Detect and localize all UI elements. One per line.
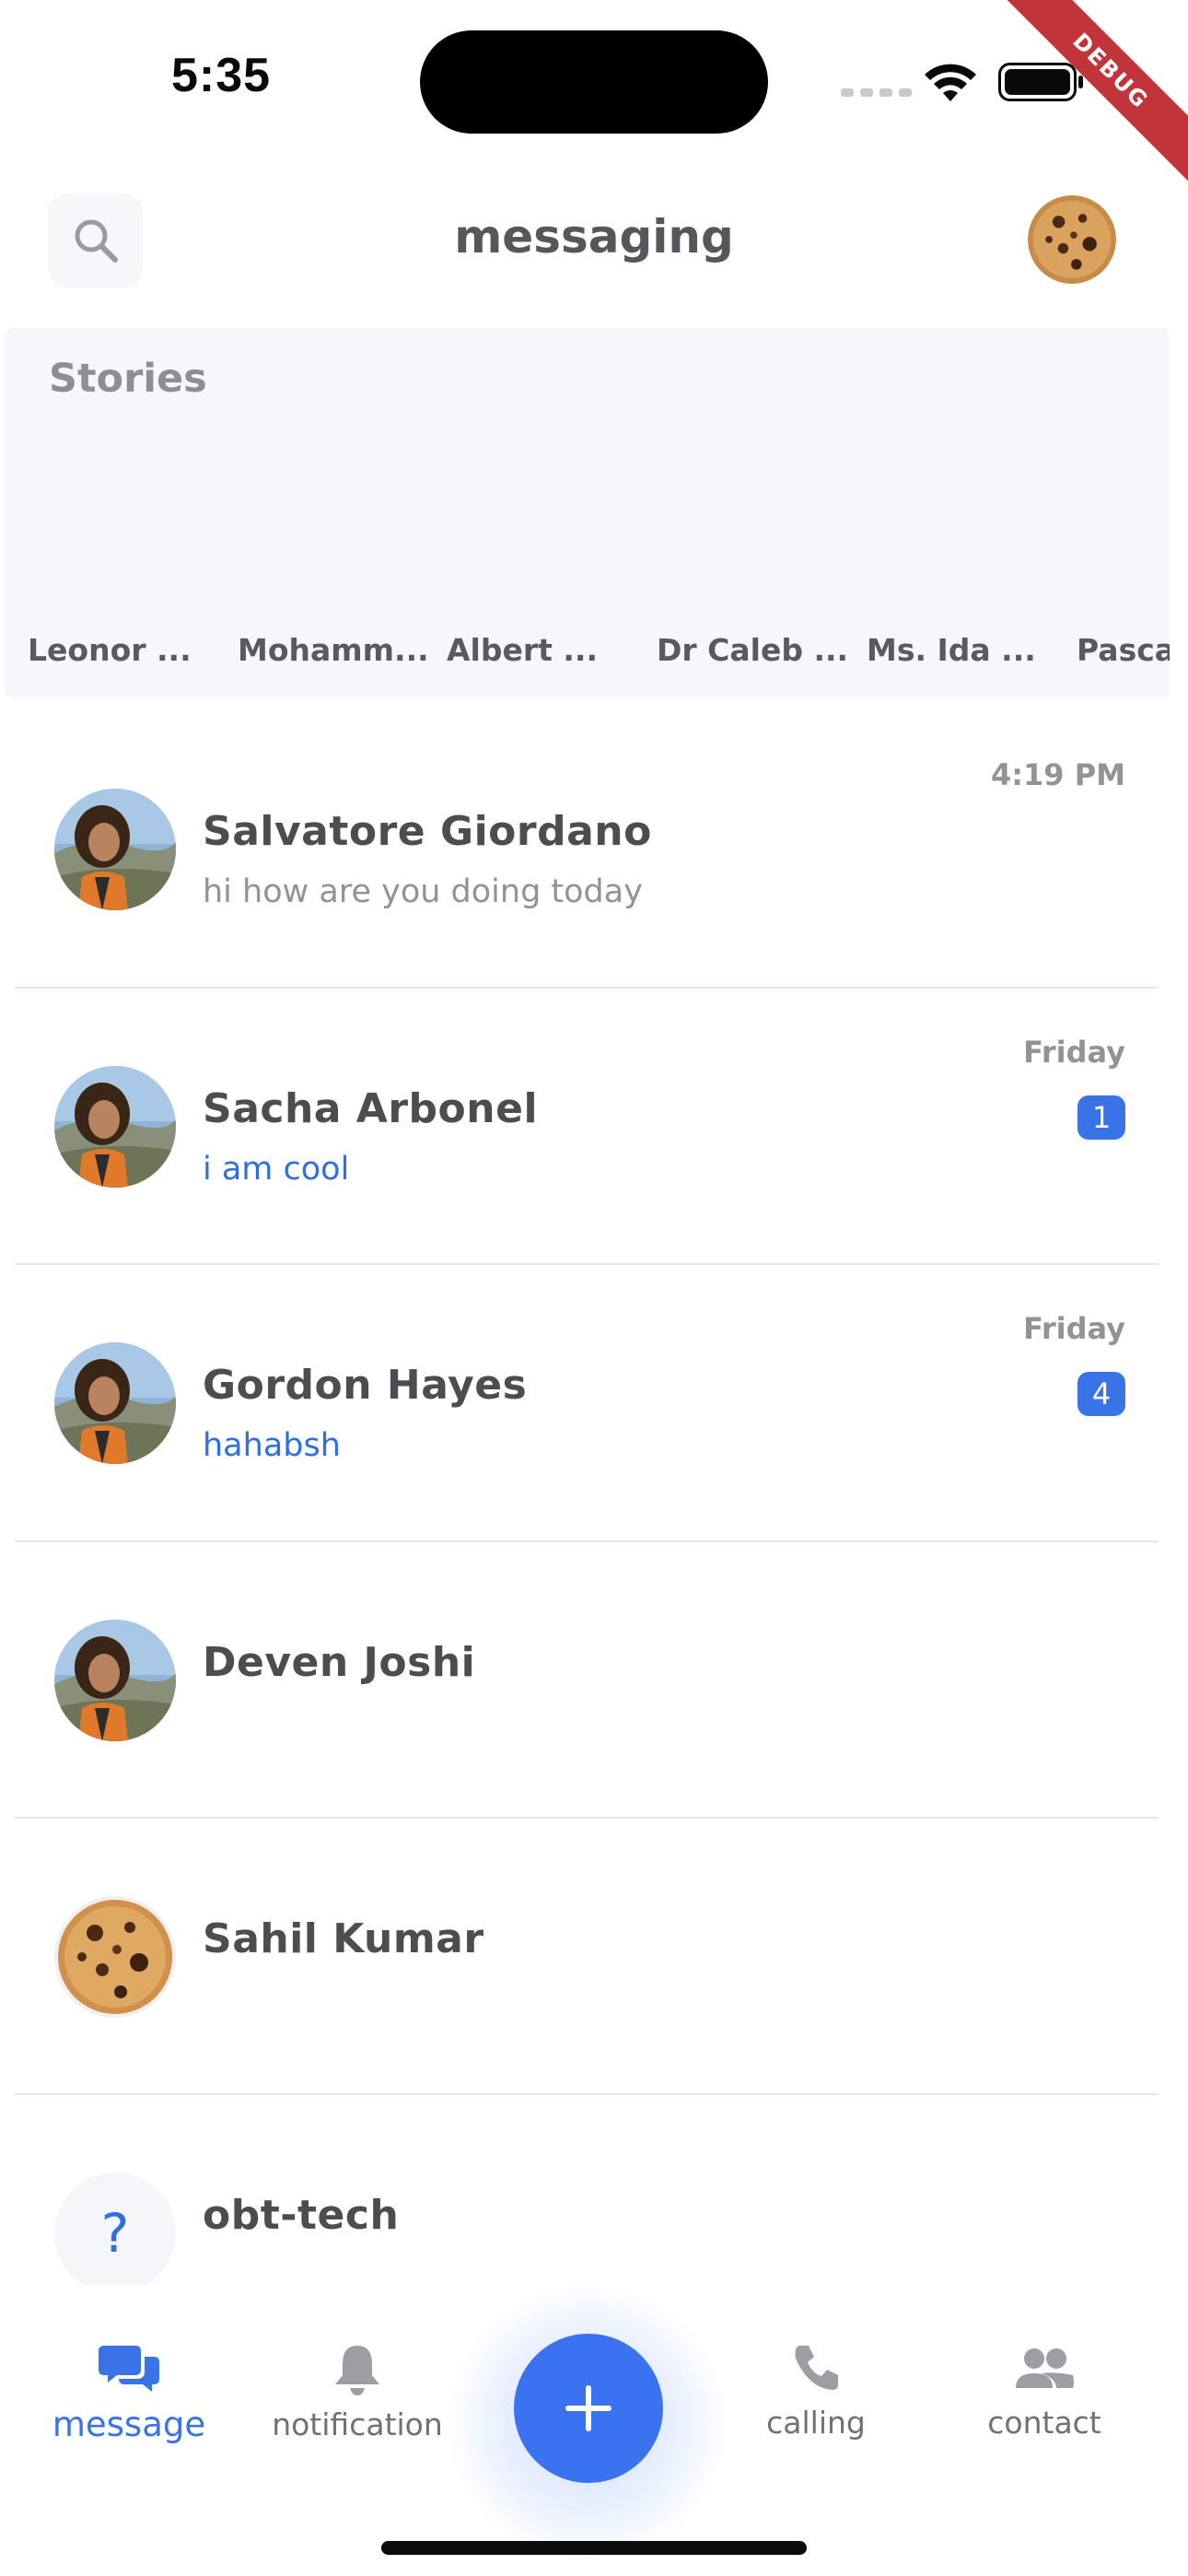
story-item[interactable]: Leonor ... bbox=[28, 632, 192, 668]
contact-name: Sahil Kumar bbox=[203, 1915, 484, 1962]
message-time: Friday bbox=[1023, 1035, 1125, 1070]
story-item[interactable]: Mohamm... bbox=[238, 632, 429, 668]
stories-title: Stories bbox=[49, 356, 207, 402]
nav-item-message[interactable]: message bbox=[28, 2342, 230, 2444]
nav-label: notification bbox=[272, 2406, 443, 2442]
debug-ribbon: DEBUG bbox=[977, 0, 1188, 205]
last-message: i am cool bbox=[203, 1151, 350, 1188]
last-message: hahabsh bbox=[203, 1427, 341, 1464]
nav-item-contact[interactable]: contact bbox=[943, 2342, 1146, 2441]
story-item[interactable]: Pascal bbox=[1077, 632, 1170, 668]
wifi-icon bbox=[925, 64, 976, 101]
last-message: hi how are you doing today bbox=[203, 873, 643, 910]
contact-name: Salvatore Giordano bbox=[203, 808, 652, 855]
phone-icon bbox=[795, 2346, 838, 2390]
nav-label: message bbox=[52, 2405, 206, 2444]
nav-item-calling[interactable]: calling bbox=[715, 2342, 917, 2441]
contact-name: Gordon Hayes bbox=[203, 1362, 528, 1409]
question-mark-avatar: ? bbox=[54, 2172, 176, 2294]
chat-bubbles-icon bbox=[99, 2346, 159, 2392]
nav-item-notification[interactable]: notification bbox=[256, 2342, 459, 2442]
story-item[interactable]: Dr Caleb ... bbox=[657, 632, 848, 668]
stories-panel: Stories Leonor ... Mohamm... Albert ... … bbox=[5, 328, 1170, 698]
battery-icon bbox=[998, 63, 1083, 101]
plus-icon bbox=[565, 2385, 611, 2431]
status-time: 5:35 bbox=[171, 49, 272, 102]
conversation-row[interactable]: Deven Joshi bbox=[0, 1540, 1188, 1817]
contact-avatar bbox=[54, 1342, 176, 1464]
dynamic-island bbox=[420, 30, 768, 134]
conversation-row[interactable]: Salvatore Giordano hi how are you doing … bbox=[0, 709, 1188, 986]
contact-avatar bbox=[54, 1620, 176, 1741]
profile-avatar[interactable] bbox=[1028, 195, 1116, 284]
contact-avatar bbox=[54, 1066, 176, 1188]
story-item[interactable]: Ms. Ida ... bbox=[867, 632, 1036, 668]
contact-avatar bbox=[54, 789, 176, 910]
people-icon bbox=[1016, 2348, 1074, 2388]
message-time: 4:19 PM bbox=[990, 757, 1125, 792]
contact-name: obt-tech bbox=[203, 2192, 400, 2239]
contact-name: Deven Joshi bbox=[203, 1639, 476, 1686]
unread-badge: 4 bbox=[1077, 1372, 1125, 1416]
story-item[interactable]: Albert ... bbox=[447, 632, 598, 668]
bell-icon bbox=[335, 2346, 379, 2395]
cellular-signal-icon bbox=[841, 88, 912, 97]
conversation-row[interactable]: Gordon Hayes hahabsh Friday 4 bbox=[0, 1263, 1188, 1540]
home-indicator bbox=[381, 2541, 807, 2555]
conversation-row[interactable]: Sacha Arbonel i am cool Friday 1 bbox=[0, 987, 1188, 1263]
message-time: Friday bbox=[1023, 1311, 1125, 1346]
contact-name: Sacha Arbonel bbox=[203, 1085, 539, 1132]
nav-label: contact bbox=[987, 2405, 1101, 2441]
nav-label: calling bbox=[766, 2405, 866, 2441]
unread-badge: 1 bbox=[1077, 1095, 1125, 1140]
compose-button[interactable] bbox=[514, 2334, 663, 2483]
bottom-navigation: message notification calling contact bbox=[0, 2285, 1188, 2576]
conversation-row[interactable]: Sahil Kumar bbox=[0, 1817, 1188, 2093]
page-title: messaging bbox=[454, 210, 734, 263]
cookie-avatar bbox=[54, 1896, 176, 2018]
